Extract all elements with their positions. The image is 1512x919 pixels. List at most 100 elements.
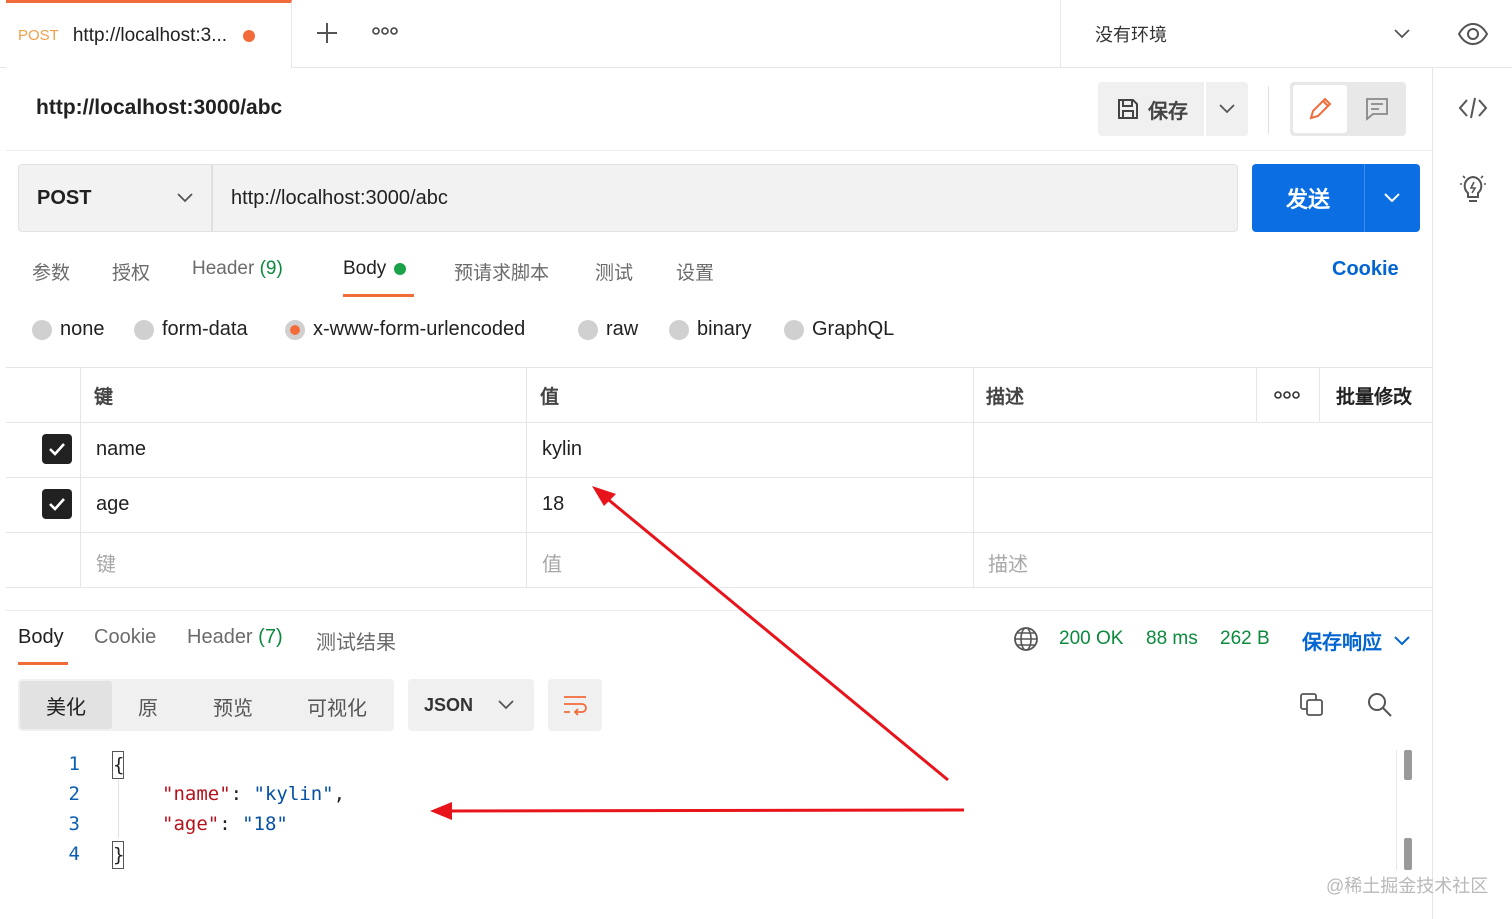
response-headers-label: Header [187,626,253,648]
radio-icon [134,319,154,340]
table-column-divider [526,367,527,588]
row-value-cell[interactable]: kylin [542,438,582,461]
json-string: "18" [242,813,288,835]
view-raw-button[interactable]: 原 [138,692,158,721]
radio-label: binary [697,318,752,340]
response-tab-test-results[interactable]: 测试结果 [316,626,396,655]
tab-headers[interactable]: Header (9) [192,258,283,280]
comments-mode-button[interactable] [1350,85,1404,133]
code-line[interactable]: "name": "kylin", [162,783,345,805]
eye-icon [1457,22,1489,46]
response-format-select[interactable]: JSON [408,679,534,731]
radio-icon [578,319,598,340]
tab-body[interactable]: Body [343,258,407,280]
send-options-button[interactable] [1365,193,1419,203]
network-info-button[interactable] [1013,626,1039,657]
wrap-lines-button[interactable] [548,679,602,731]
response-tab-body[interactable]: Body [18,626,64,649]
edit-mode-button[interactable] [1293,85,1347,133]
response-time[interactable]: 88 ms [1146,628,1198,650]
new-tab-button[interactable] [312,18,342,48]
chevron-down-icon [1384,193,1400,203]
code-open-brace: { [112,751,124,779]
new-value-input[interactable]: 值 [542,548,562,577]
radio-icon [32,319,52,340]
radio-icon [669,319,689,340]
new-description-input[interactable]: 描述 [988,548,1028,577]
response-tab-cookies[interactable]: Cookie [94,626,156,649]
environment-label: 没有环境 [1095,25,1167,45]
response-size[interactable]: 262 B [1220,628,1270,650]
url-input[interactable]: http://localhost:3000/abc [212,164,1238,232]
tab-params[interactable]: 参数 [32,258,70,285]
body-type-form-data[interactable]: form-data [134,318,248,341]
active-tab-indicator [18,662,68,665]
body-type-raw[interactable]: raw [578,318,638,341]
radio-label: form-data [162,318,248,340]
body-type-graphql[interactable]: GraphQL [784,318,894,341]
json-key: "age" [162,813,220,835]
radio-icon [784,319,804,340]
row-checkbox[interactable] [42,434,72,464]
watermark: @稀土掘金技术社区 [1326,876,1489,896]
search-response-button[interactable] [1366,691,1394,724]
save-button-label: 保存 [1148,100,1188,123]
tab-settings[interactable]: 设置 [676,258,714,285]
copy-response-button[interactable] [1298,691,1326,724]
ellipsis-icon [372,27,398,35]
bulk-edit-button[interactable]: 批量修改 [1336,382,1412,409]
response-tab-headers[interactable]: Header (7) [187,626,283,649]
request-name[interactable]: http://localhost:3000/abc [36,96,282,120]
code-line[interactable]: "age": "18" [162,813,288,835]
new-key-input[interactable]: 键 [96,548,116,577]
response-status[interactable]: 200 OK [1059,628,1123,650]
save-button[interactable]: 保存 [1098,82,1204,136]
table-divider [6,422,1432,423]
search-icon [1368,693,1392,717]
row-value-cell[interactable]: 18 [542,493,564,516]
send-button[interactable]: 发送 [1252,164,1420,232]
body-type-none[interactable]: none [32,318,105,341]
json-string: "kylin" [253,783,334,805]
tab-headers-count: (9) [259,258,283,279]
code-snippet-button[interactable] [1458,94,1488,127]
wrap-lines-icon [564,696,587,716]
environment-quick-look-button[interactable] [1456,20,1490,48]
save-response-button[interactable]: 保存响应 [1302,626,1410,655]
save-icon [1118,99,1138,119]
copy-icon [1300,693,1323,716]
save-options-button[interactable] [1206,82,1248,136]
table-column-divider [1319,367,1320,422]
scrollbar-thumb[interactable] [1404,750,1412,780]
table-options-button[interactable] [1274,388,1300,406]
row-key-cell[interactable]: name [96,438,146,461]
response-headers-count: (7) [258,626,283,648]
radio-label: raw [606,318,639,340]
related-collections-button[interactable] [1458,172,1488,211]
tab-body-label: Body [343,258,387,279]
view-preview-button[interactable]: 预览 [213,692,253,721]
url-value: http://localhost:3000/abc [231,186,448,209]
view-visualize-button[interactable]: 可视化 [307,692,367,721]
more-tabs-button[interactable] [372,24,398,40]
environment-select[interactable]: 没有环境 [1060,0,1432,68]
tab-tests[interactable]: 测试 [595,258,633,285]
cookies-link[interactable]: Cookie [1332,258,1399,281]
body-type-binary[interactable]: binary [669,318,751,341]
row-key-cell[interactable]: age [96,493,129,516]
body-type-urlencoded[interactable]: x-www-form-urlencoded [285,318,525,341]
request-tab-active[interactable]: POST http://localhost:3... [6,0,292,68]
tab-pre-request-script[interactable]: 预请求脚本 [454,258,549,285]
table-divider [6,532,1432,533]
tab-authorization[interactable]: 授权 [112,258,150,285]
chevron-down-icon [498,700,514,710]
method-label: POST [37,186,92,209]
row-checkbox[interactable] [42,489,72,519]
method-select[interactable]: POST [18,164,212,232]
send-button-label: 发送 [1285,187,1330,212]
column-header-value: 值 [540,387,560,408]
lightbulb-icon [1460,175,1486,202]
globe-icon [1014,627,1038,651]
scrollbar-thumb[interactable] [1404,838,1412,870]
view-pretty-button[interactable]: 美化 [20,681,112,729]
